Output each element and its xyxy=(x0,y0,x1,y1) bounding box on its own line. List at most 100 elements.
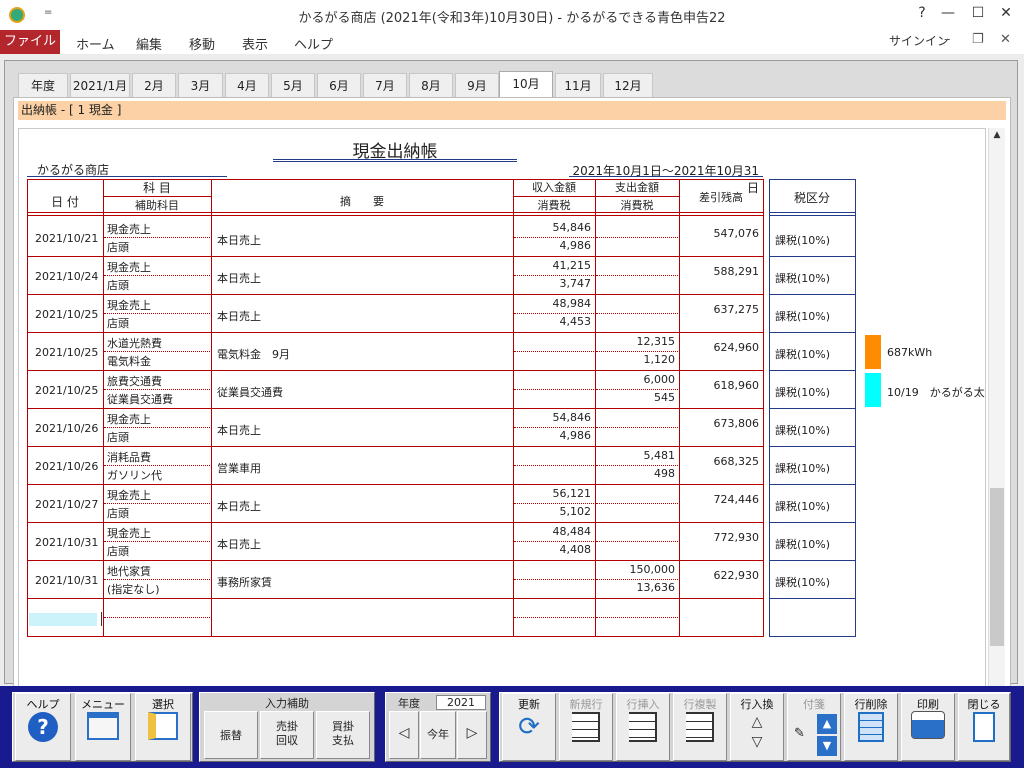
delete-row-button[interactable]: 行削除 xyxy=(844,693,898,761)
row-date[interactable]: 2021/10/26 xyxy=(35,460,98,473)
row-summary[interactable]: 事務所家賃 xyxy=(217,574,272,590)
row-income[interactable]: 56,121 xyxy=(513,487,592,500)
close-button[interactable]: ✕ xyxy=(996,5,1016,21)
tab-month-9[interactable]: 9月 xyxy=(455,73,499,97)
row-date[interactable]: 2021/10/26 xyxy=(35,422,98,435)
row-account[interactable]: 現金売上 xyxy=(107,525,151,541)
prev-year-button[interactable]: ◁ xyxy=(389,711,419,759)
minimize-button[interactable]: — xyxy=(938,5,958,21)
row-account[interactable]: 現金売上 xyxy=(107,221,151,237)
refresh-button[interactable]: 更新 ⟳ xyxy=(502,693,556,761)
menu-edit[interactable]: 編集 xyxy=(136,34,162,53)
tab-month-3[interactable]: 3月 xyxy=(178,73,223,97)
row-subaccount[interactable]: 店頭 xyxy=(107,277,129,293)
copy-row-button[interactable]: 行複製 xyxy=(673,693,727,761)
row-tax-class[interactable]: 課税(10%) xyxy=(775,270,830,286)
row-date[interactable]: 2021/10/31 xyxy=(35,574,98,587)
row-tax-class[interactable]: 課税(10%) xyxy=(775,384,830,400)
row-account[interactable]: 現金売上 xyxy=(107,487,151,503)
row-account[interactable]: 現金売上 xyxy=(107,259,151,275)
row-account[interactable]: 旅費交通費 xyxy=(107,373,162,389)
note-down-icon[interactable]: ▼ xyxy=(817,736,837,756)
doc-minimize-icon[interactable]: – xyxy=(944,32,951,47)
row-summary[interactable]: 本日売上 xyxy=(217,270,261,286)
row-date[interactable]: 2021/10/21 xyxy=(35,232,98,245)
row-summary[interactable]: 従業員交通費 xyxy=(217,384,283,400)
row-income[interactable]: 54,846 xyxy=(513,221,592,234)
scroll-thumb[interactable] xyxy=(990,488,1004,646)
row-tax-class[interactable]: 課税(10%) xyxy=(775,536,830,552)
tab-month-8[interactable]: 8月 xyxy=(409,73,453,97)
tab-month-7[interactable]: 7月 xyxy=(363,73,407,97)
row-tax-class[interactable]: 課税(10%) xyxy=(775,498,830,514)
row-subaccount[interactable]: 電気料金 xyxy=(107,353,151,369)
menu-button[interactable]: メニュー xyxy=(75,693,131,761)
row-income[interactable]: 48,484 xyxy=(513,525,592,538)
row-income[interactable]: 48,984 xyxy=(513,297,592,310)
note-button[interactable]: 付箋 ✎ ▲ ▼ xyxy=(787,693,841,761)
row-subaccount[interactable]: (指定なし) xyxy=(107,581,160,597)
scroll-up-icon[interactable]: ▲ xyxy=(989,130,1005,146)
close-screen-button[interactable]: 閉じる xyxy=(958,693,1010,761)
row-summary[interactable]: 本日売上 xyxy=(217,498,261,514)
vertical-scrollbar[interactable]: ▲ ▼ xyxy=(988,128,1005,706)
row-subaccount[interactable]: 従業員交通費 xyxy=(107,391,173,407)
row-date[interactable]: 2021/10/27 xyxy=(35,498,98,511)
row-date[interactable]: 2021/10/25 xyxy=(35,308,98,321)
new-entry-date-input[interactable] xyxy=(29,613,97,626)
doc-close-icon[interactable]: ✕ xyxy=(1000,32,1011,47)
row-summary[interactable]: 本日売上 xyxy=(217,308,261,324)
insert-row-button[interactable]: 行挿入 xyxy=(616,693,670,761)
menu-move[interactable]: 移動 xyxy=(189,34,215,53)
memo-color-tag[interactable] xyxy=(865,335,881,369)
doc-restore-icon[interactable]: ❐ xyxy=(972,32,984,47)
tab-month-11[interactable]: 11月 xyxy=(555,73,601,97)
menu-file[interactable]: ファイル xyxy=(0,30,60,54)
row-tax-class[interactable]: 課税(10%) xyxy=(775,308,830,324)
row-subaccount[interactable]: ガソリン代 xyxy=(107,467,162,483)
row-account[interactable]: 現金売上 xyxy=(107,297,151,313)
ar-collect-button[interactable]: 売掛 回収 xyxy=(260,711,314,759)
row-account[interactable]: 消耗品費 xyxy=(107,449,151,465)
new-row-button[interactable]: 新規行 xyxy=(559,693,613,761)
row-expense[interactable]: 150,000 xyxy=(595,563,676,576)
help-icon[interactable]: ? xyxy=(912,5,932,21)
row-expense[interactable]: 5,481 xyxy=(595,449,676,462)
row-subaccount[interactable]: 店頭 xyxy=(107,315,129,331)
memo-color-tag[interactable] xyxy=(865,373,881,407)
row-summary[interactable]: 本日売上 xyxy=(217,536,261,552)
row-summary[interactable]: 本日売上 xyxy=(217,422,261,438)
note-up-icon[interactable]: ▲ xyxy=(817,714,837,734)
tab-month-12[interactable]: 12月 xyxy=(603,73,653,97)
row-subaccount[interactable]: 店頭 xyxy=(107,505,129,521)
row-income[interactable]: 41,215 xyxy=(513,259,592,272)
row-tax-class[interactable]: 課税(10%) xyxy=(775,232,830,248)
row-tax-class[interactable]: 課税(10%) xyxy=(775,422,830,438)
transfer-button[interactable]: 振替 xyxy=(204,711,258,759)
row-tax-class[interactable]: 課税(10%) xyxy=(775,346,830,362)
row-summary[interactable]: 電気料金 9月 xyxy=(217,346,290,362)
print-button[interactable]: 印刷 xyxy=(901,693,955,761)
tab-month-2[interactable]: 2月 xyxy=(132,73,176,97)
row-expense[interactable]: 6,000 xyxy=(595,373,676,386)
select-button[interactable]: 選択 xyxy=(135,693,191,761)
row-summary[interactable]: 本日売上 xyxy=(217,232,261,248)
this-year-button[interactable]: 今年 xyxy=(420,711,456,759)
row-tax-class[interactable]: 課税(10%) xyxy=(775,574,830,590)
tab-year[interactable]: 年度 xyxy=(18,73,68,97)
help-button[interactable]: ヘルプ ? xyxy=(15,693,71,761)
menu-home[interactable]: ホーム xyxy=(76,34,115,53)
row-expense[interactable]: 12,315 xyxy=(595,335,676,348)
row-summary[interactable]: 営業車用 xyxy=(217,460,261,476)
tab-month-1[interactable]: 2021/1月 xyxy=(70,73,130,97)
row-date[interactable]: 2021/10/25 xyxy=(35,384,98,397)
row-account[interactable]: 水道光熱費 xyxy=(107,335,162,351)
tab-month-4[interactable]: 4月 xyxy=(225,73,269,97)
ap-pay-button[interactable]: 買掛 支払 xyxy=(316,711,370,759)
row-account[interactable]: 地代家賃 xyxy=(107,563,151,579)
swap-row-button[interactable]: 行入換 △ ▽ xyxy=(730,693,784,761)
row-date[interactable]: 2021/10/25 xyxy=(35,346,98,359)
menu-view[interactable]: 表示 xyxy=(242,34,268,53)
row-tax-class[interactable]: 課税(10%) xyxy=(775,460,830,476)
row-subaccount[interactable]: 店頭 xyxy=(107,429,129,445)
